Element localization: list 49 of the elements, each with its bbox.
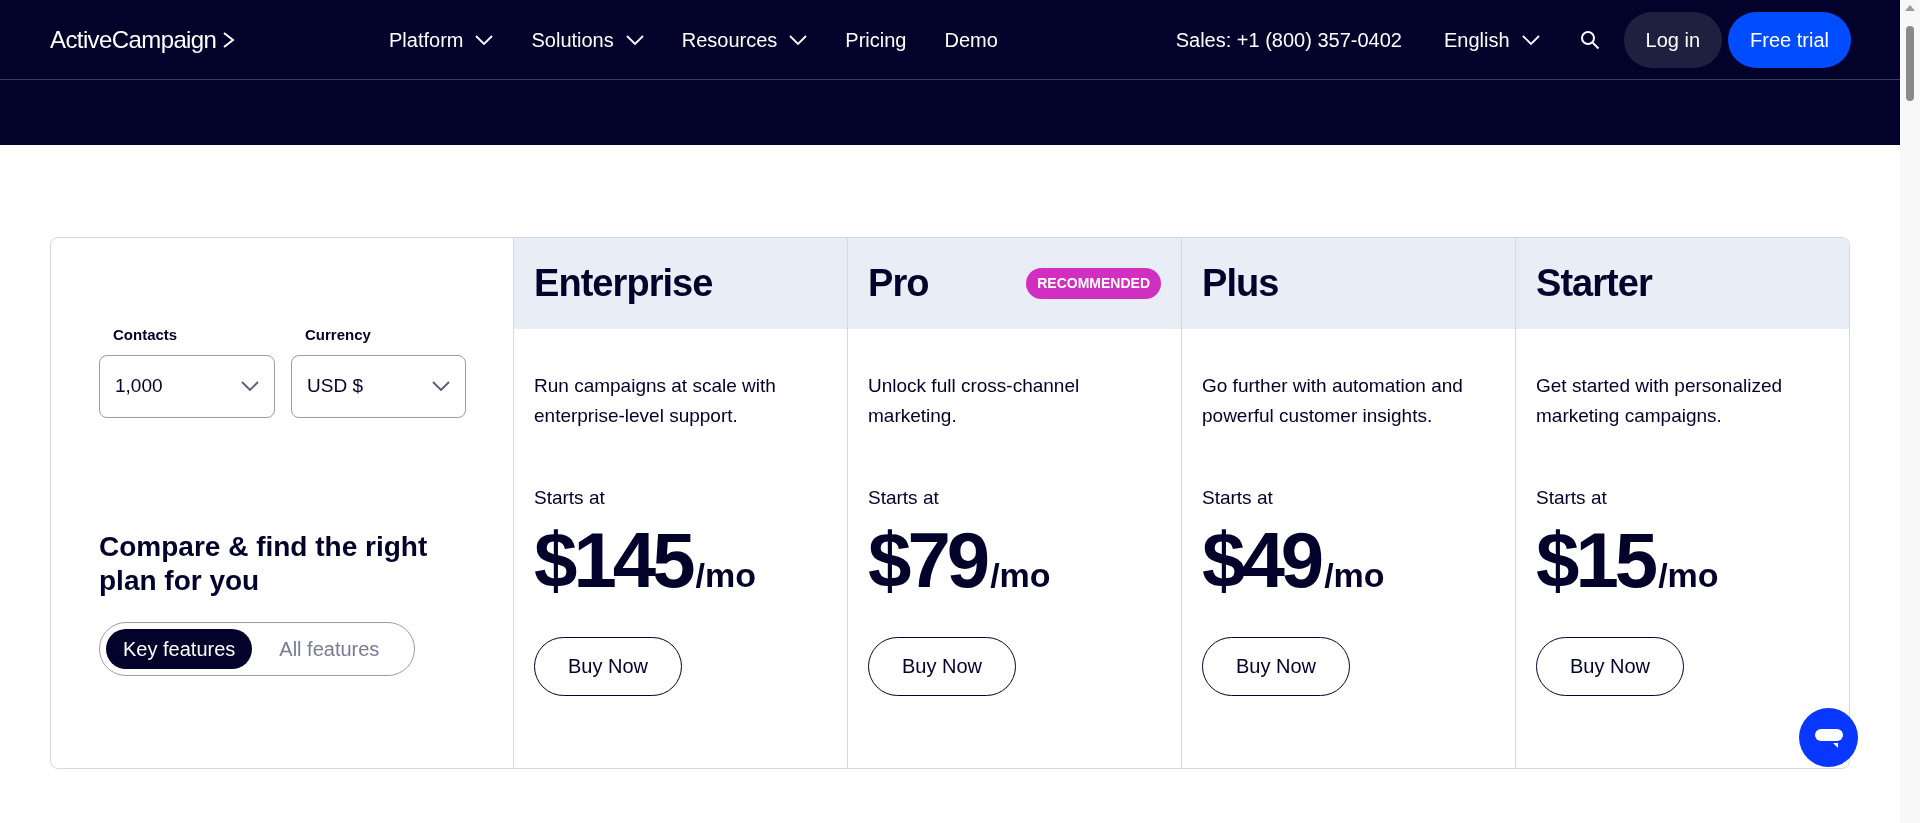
- nav-menu[interactable]: Platform: [389, 24, 494, 55]
- plan-description: Run campaigns at scale with enterprise-level support.: [534, 374, 777, 428]
- field-label: Contacts: [113, 325, 179, 345]
- plan-description: Go further with automation and powerful customer insights.: [1202, 374, 1464, 428]
- plan-name: Plus: [1202, 261, 1279, 306]
- chevron-down-icon: [625, 34, 644, 45]
- login-button[interactable]: Log in: [1623, 11, 1723, 68]
- section-heading: Compare & find the right plan for you: [99, 529, 429, 598]
- field-label: Currency: [305, 325, 372, 345]
- plan-name: Pro: [868, 261, 929, 306]
- select-field[interactable]: USD $: [291, 354, 466, 418]
- chevron-down-icon: [241, 381, 259, 391]
- plan-description: Unlock full cross-channel marketing.: [868, 374, 1081, 428]
- price-period: /mo: [990, 554, 1051, 596]
- chevron-right-icon: [222, 30, 237, 49]
- chevron-down-icon: [1521, 34, 1540, 45]
- language-menu[interactable]: English: [1444, 24, 1540, 55]
- nav-link[interactable]: Pricing: [845, 24, 907, 55]
- price-period: /mo: [695, 554, 756, 596]
- starts-at-label: Starts at: [868, 486, 940, 510]
- starts-at-label: Starts at: [1202, 486, 1274, 510]
- search-icon[interactable]: [1579, 29, 1600, 50]
- nav-menu[interactable]: Solutions: [531, 24, 644, 55]
- chevron-down-icon: [432, 381, 450, 391]
- price-period: /mo: [1658, 554, 1719, 596]
- sales-phone[interactable]: Sales: +1 (800) 357-0402: [1175, 24, 1402, 55]
- select-field[interactable]: 1,000: [99, 354, 275, 418]
- starts-at-label: Starts at: [1536, 486, 1608, 510]
- nav-link[interactable]: Demo: [944, 24, 998, 55]
- plan-price: $15: [1536, 516, 1655, 603]
- toggle-option[interactable]: All features: [262, 628, 397, 669]
- price-period: /mo: [1324, 554, 1385, 596]
- plan-name: Starter: [1536, 261, 1652, 306]
- plan-price: $145: [534, 516, 692, 603]
- chevron-down-icon: [789, 34, 808, 45]
- starts-at-label: Starts at: [534, 486, 606, 510]
- plan-price: $49: [1202, 516, 1321, 603]
- plan-price: $79: [868, 516, 987, 603]
- free-trial-button[interactable]: Free trial: [1728, 11, 1851, 68]
- toggle-option[interactable]: Key features: [106, 628, 253, 669]
- plan-name: Enterprise: [534, 261, 713, 306]
- logo[interactable]: ActiveCampaign: [50, 21, 217, 58]
- plan-description: Get started with personalized marketing campaigns.: [1536, 374, 1784, 428]
- chevron-down-icon: [475, 34, 494, 45]
- scrollbar[interactable]: [1900, 0, 1920, 823]
- recommended-badge: RECOMMENDED: [1026, 268, 1161, 299]
- nav-menu[interactable]: Resources: [681, 24, 808, 55]
- scroll-up-icon[interactable]: [1905, 4, 1915, 12]
- scrollbar-thumb[interactable]: [1906, 26, 1914, 101]
